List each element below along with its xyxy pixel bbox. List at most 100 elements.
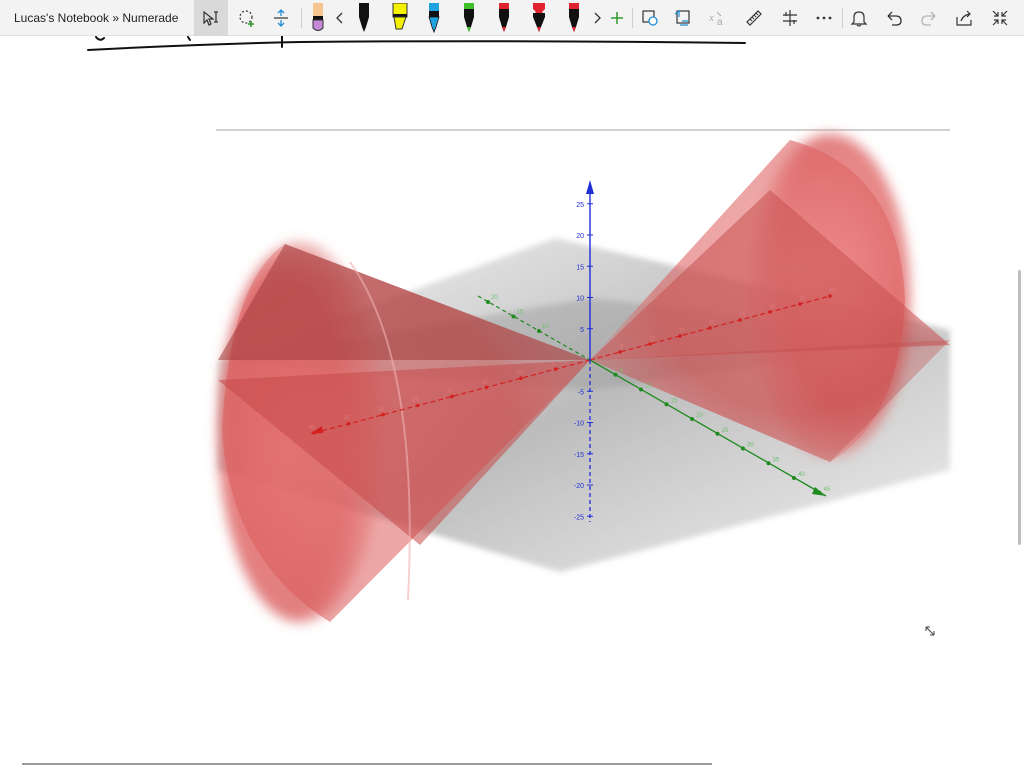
z-tick-label: -5 (578, 389, 584, 396)
resize-handle-icon[interactable] (925, 626, 935, 636)
x-tick-mark (708, 326, 712, 330)
y-tick-mark (690, 417, 694, 421)
ink-to-text-icon[interactable] (670, 0, 696, 36)
x-tick-mark (648, 342, 652, 346)
x-tick-mark (738, 318, 742, 322)
notifications-icon[interactable] (845, 0, 873, 36)
x-tick-label: 25 (739, 312, 745, 318)
scroll-right-icon[interactable] (589, 0, 605, 36)
y-tick-mark (511, 314, 516, 319)
notebook-toolbar: Lucas's Notebook » Numerade x a (0, 0, 1024, 36)
z-tick-label: -15 (574, 452, 584, 459)
notebook-canvas[interactable]: 25 20 15 10 5 -5 -10 -15 -20 -25 20 15 10 5 10 15 20 25 3… (0, 36, 1024, 768)
y-tick-label: 20 (491, 295, 498, 301)
y-tick-label: 15 (671, 398, 678, 404)
y-tick-mark (817, 490, 822, 495)
z-tick-label: 25 (576, 202, 584, 209)
x-tick-mark (484, 385, 489, 390)
y-tick-label: 15 (517, 310, 524, 316)
eraser-pen-icon[interactable] (306, 0, 330, 36)
z-tick-label: -20 (574, 483, 584, 490)
ruler-icon[interactable] (740, 0, 768, 36)
share-icon[interactable] (950, 0, 978, 36)
y-tick-label: 20 (696, 413, 703, 419)
x-tick-label: 35 (799, 296, 805, 302)
z-tick-label: 10 (576, 296, 584, 303)
pen-red-2-icon[interactable] (527, 0, 551, 36)
z-tick-label: -25 (574, 514, 584, 521)
pen-black-1-icon[interactable] (352, 0, 376, 36)
ink-to-shape-icon[interactable] (637, 0, 663, 36)
x-tick-label: 25 (412, 398, 418, 404)
y-tick-mark (741, 446, 745, 451)
svg-text:x: x (708, 12, 714, 24)
svg-text:a: a (717, 17, 723, 28)
undo-icon[interactable] (880, 0, 908, 36)
y-tick-mark (715, 431, 720, 436)
y-tick-mark (537, 329, 541, 333)
ink-to-math-icon[interactable]: xa (704, 0, 732, 36)
y-tick-mark (639, 387, 643, 392)
z-tick-label: 20 (576, 233, 584, 240)
pen-red-3-icon[interactable] (562, 0, 586, 36)
x-tick-label: 10 (649, 336, 655, 342)
add-space-icon[interactable] (266, 0, 296, 36)
x-tick-mark (678, 334, 682, 338)
lasso-select-icon[interactable] (232, 0, 262, 36)
y-tick-mark (792, 476, 796, 480)
y-tick-label: 40 (798, 472, 805, 478)
x-tick-label: 5 (552, 361, 555, 367)
more-icon[interactable] (810, 0, 838, 36)
x-tick-label: 30 (769, 304, 775, 310)
x-tick-mark (828, 294, 832, 298)
x-tick-label: 10 (516, 370, 522, 376)
window-title: Lucas's Notebook » Numerade (14, 10, 179, 25)
x-tick-label: 15 (679, 328, 685, 334)
y-tick-mark (486, 300, 490, 304)
x-tick-mark (346, 421, 351, 426)
x-tick-label: 15 (481, 379, 487, 385)
x-tick-mark (553, 367, 558, 371)
y-tick-label: 25 (722, 428, 729, 434)
scroll-left-icon[interactable] (331, 0, 349, 36)
x-tick-mark (618, 350, 622, 354)
toolbar-separator (632, 8, 633, 28)
add-pen-icon[interactable] (606, 0, 628, 36)
x-tick-label: 30 (378, 407, 384, 413)
redo-icon[interactable] (915, 0, 943, 36)
x-tick-mark (798, 302, 802, 306)
z-tick-label: 5 (580, 327, 584, 334)
x-tick-mark (450, 394, 454, 399)
select-text-tool-icon[interactable] (194, 0, 228, 36)
ink-replay-icon[interactable] (776, 0, 804, 36)
pen-red-1-icon[interactable] (492, 0, 516, 36)
x-tick-label: 40 (829, 288, 835, 294)
full-screen-icon[interactable] (986, 0, 1014, 36)
y-tick-label: 45 (824, 487, 831, 493)
y-tick-mark (664, 402, 669, 407)
toolbar-separator (301, 8, 302, 28)
highlighter-yellow-icon[interactable] (387, 0, 413, 36)
x-tick-label: 20 (709, 320, 715, 326)
handwriting-strokes (87, 36, 746, 51)
x-tick-label: 5 (620, 344, 623, 350)
toolbar-separator (842, 8, 843, 28)
x-tick-label: 40 (309, 425, 315, 431)
y-tick-label: 35 (773, 457, 780, 463)
vertical-scrollbar[interactable] (1018, 270, 1021, 545)
x-tick-mark (415, 403, 420, 408)
x-tick-label: 20 (447, 388, 453, 394)
x-tick-mark (312, 431, 316, 435)
x-tick-label: 35 (343, 416, 349, 422)
x-tick-mark (519, 376, 523, 381)
y-tick-label: 10 (645, 384, 652, 390)
pen-cyan-icon[interactable] (422, 0, 446, 36)
z-tick-label: 15 (576, 264, 584, 271)
pen-green-icon[interactable] (457, 0, 481, 36)
y-tick-label: 10 (542, 324, 549, 330)
y-tick-mark (766, 461, 771, 466)
z-tick-label: -10 (574, 421, 584, 428)
y-tick-mark (613, 372, 618, 377)
y-tick-label: 30 (747, 443, 754, 449)
x-tick-mark (381, 412, 385, 417)
